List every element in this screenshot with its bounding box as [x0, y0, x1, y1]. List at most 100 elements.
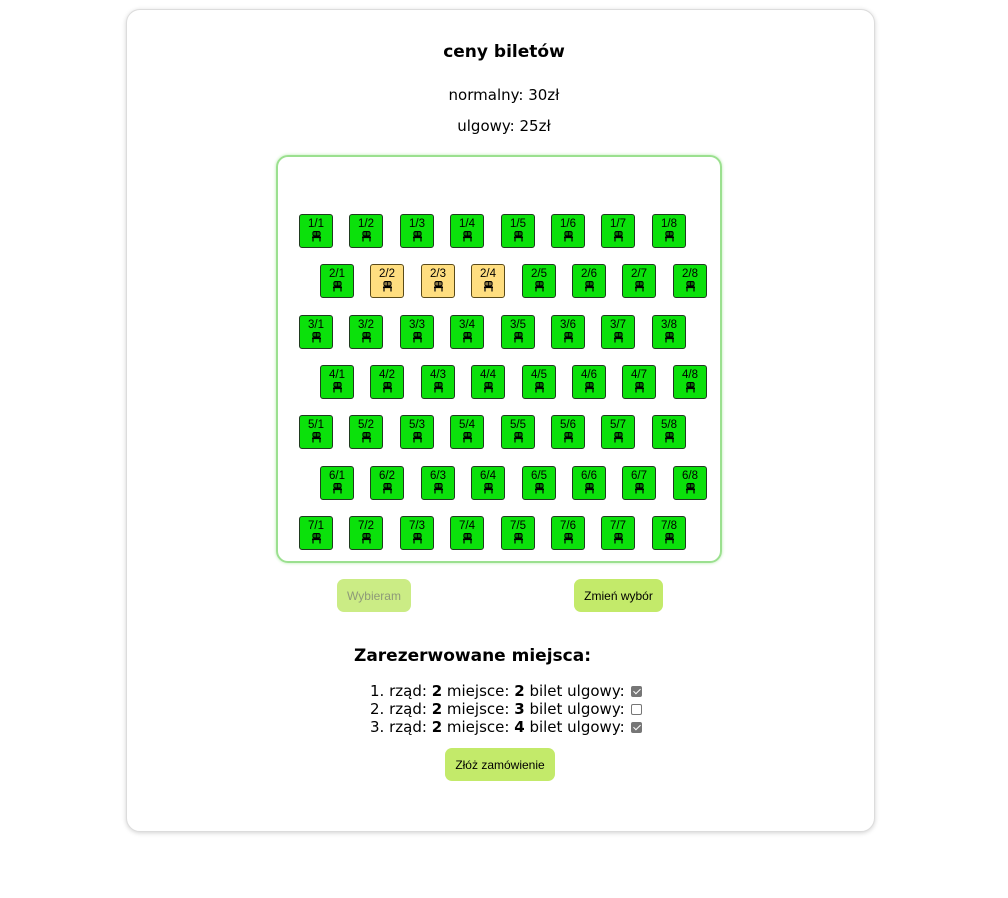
seat-4-8[interactable]: 4/8: [673, 365, 707, 399]
seat-1-2[interactable]: 1/2: [349, 214, 383, 248]
seat-3-7[interactable]: 3/7: [601, 315, 635, 349]
reservations-list: 1. rząd: 2 miejsce: 2 bilet ulgowy: 2. rz…: [370, 682, 642, 736]
seat-1-5[interactable]: 1/5: [501, 214, 535, 248]
seat-4-3[interactable]: 4/3: [421, 365, 455, 399]
seat-6-1[interactable]: 6/1: [320, 466, 354, 500]
seat-4-2[interactable]: 4/2: [370, 365, 404, 399]
seat-7-1[interactable]: 7/1: [299, 516, 333, 550]
seat-5-1[interactable]: 5/1: [299, 415, 333, 449]
seat-label: 6/2: [379, 470, 395, 482]
seat-1-1[interactable]: 1/1: [299, 214, 333, 248]
seat-6-8[interactable]: 6/8: [673, 466, 707, 500]
seat-2-4[interactable]: 2/4: [471, 264, 505, 298]
seat-2-2[interactable]: 2/2: [370, 264, 404, 298]
seat-5-7[interactable]: 5/7: [601, 415, 635, 449]
seat-7-4[interactable]: 7/4: [450, 516, 484, 550]
chair-icon: [552, 432, 584, 443]
seat-3-4[interactable]: 3/4: [450, 315, 484, 349]
seat-4-6[interactable]: 4/6: [572, 365, 606, 399]
seat-6-3[interactable]: 6/3: [421, 466, 455, 500]
seat-label: 6/5: [531, 470, 547, 482]
seat-7-8[interactable]: 7/8: [652, 516, 686, 550]
chair-icon: [401, 332, 433, 343]
reduced-word: bilet ulgowy:: [529, 718, 625, 736]
chair-icon: [653, 231, 685, 242]
seat-4-7[interactable]: 4/7: [622, 365, 656, 399]
seat-2-5[interactable]: 2/5: [522, 264, 556, 298]
seat-label: 7/5: [510, 520, 526, 532]
chair-icon: [451, 432, 483, 443]
reservation-item: 3. rząd: 2 miejsce: 4 bilet ulgowy:: [370, 718, 642, 736]
reduced-ticket-checkbox[interactable]: [630, 722, 642, 733]
chair-icon: [321, 281, 353, 292]
chair-icon: [401, 432, 433, 443]
choose-button[interactable]: Wybieram: [337, 579, 411, 612]
seat-5-8[interactable]: 5/8: [652, 415, 686, 449]
seat-5-6[interactable]: 5/6: [551, 415, 585, 449]
seat-4-4[interactable]: 4/4: [471, 365, 505, 399]
seat-3-2[interactable]: 3/2: [349, 315, 383, 349]
seat-5-3[interactable]: 5/3: [400, 415, 434, 449]
chair-icon: [502, 231, 534, 242]
seat-6-5[interactable]: 6/5: [522, 466, 556, 500]
seat-label: 4/1: [329, 369, 345, 381]
chair-icon: [552, 231, 584, 242]
chair-icon: [653, 533, 685, 544]
seat-4-5[interactable]: 4/5: [522, 365, 556, 399]
seat-label: 5/8: [661, 419, 677, 431]
seat-4-1[interactable]: 4/1: [320, 365, 354, 399]
seat-1-7[interactable]: 1/7: [601, 214, 635, 248]
seat-3-5[interactable]: 3/5: [501, 315, 535, 349]
chair-icon: [401, 231, 433, 242]
seat-6-7[interactable]: 6/7: [622, 466, 656, 500]
seat-1-3[interactable]: 1/3: [400, 214, 434, 248]
seat-2-1[interactable]: 2/1: [320, 264, 354, 298]
seat-label: 2/1: [329, 268, 345, 280]
chair-icon: [602, 332, 634, 343]
seat-3-1[interactable]: 3/1: [299, 315, 333, 349]
seat-7-2[interactable]: 7/2: [349, 516, 383, 550]
seat-6-4[interactable]: 6/4: [471, 466, 505, 500]
chair-icon: [371, 382, 403, 393]
reservation-seat: 4: [514, 718, 525, 736]
seat-7-7[interactable]: 7/7: [601, 516, 635, 550]
seat-7-3[interactable]: 7/3: [400, 516, 434, 550]
seat-label: 3/1: [308, 319, 324, 331]
seat-2-8[interactable]: 2/8: [673, 264, 707, 298]
seat-5-5[interactable]: 5/5: [501, 415, 535, 449]
seat-6-2[interactable]: 6/2: [370, 466, 404, 500]
seat-2-7[interactable]: 2/7: [622, 264, 656, 298]
seat-label: 2/8: [682, 268, 698, 280]
seat-label: 3/5: [510, 319, 526, 331]
seat-2-6[interactable]: 2/6: [572, 264, 606, 298]
seat-1-6[interactable]: 1/6: [551, 214, 585, 248]
seat-3-8[interactable]: 3/8: [652, 315, 686, 349]
seat-1-8[interactable]: 1/8: [652, 214, 686, 248]
seat-7-5[interactable]: 7/5: [501, 516, 535, 550]
place-order-button[interactable]: Złóż zamówienie: [445, 748, 555, 781]
seat-6-6[interactable]: 6/6: [572, 466, 606, 500]
chair-icon: [623, 382, 655, 393]
seat-5-2[interactable]: 5/2: [349, 415, 383, 449]
reservation-seat: 2: [514, 682, 525, 700]
reduced-ticket-checkbox[interactable]: [630, 704, 642, 715]
seat-3-6[interactable]: 3/6: [551, 315, 585, 349]
seat-label: 7/7: [610, 520, 626, 532]
seat-label: 7/4: [459, 520, 475, 532]
seat-3-3[interactable]: 3/3: [400, 315, 434, 349]
seat-7-6[interactable]: 7/6: [551, 516, 585, 550]
seat-word: miejsce:: [446, 682, 510, 700]
reduced-ticket-checkbox[interactable]: [630, 686, 642, 697]
seat-label: 2/6: [581, 268, 597, 280]
reservation-row: 2: [431, 718, 443, 736]
chair-icon: [523, 382, 555, 393]
seat-2-3[interactable]: 2/3: [421, 264, 455, 298]
chair-icon: [371, 281, 403, 292]
seat-1-4[interactable]: 1/4: [450, 214, 484, 248]
chair-icon: [523, 281, 555, 292]
seat-5-4[interactable]: 5/4: [450, 415, 484, 449]
chair-icon: [523, 483, 555, 494]
seat-label: 4/7: [631, 369, 647, 381]
change-selection-button[interactable]: Zmień wybór: [574, 579, 663, 612]
seat-label: 6/1: [329, 470, 345, 482]
